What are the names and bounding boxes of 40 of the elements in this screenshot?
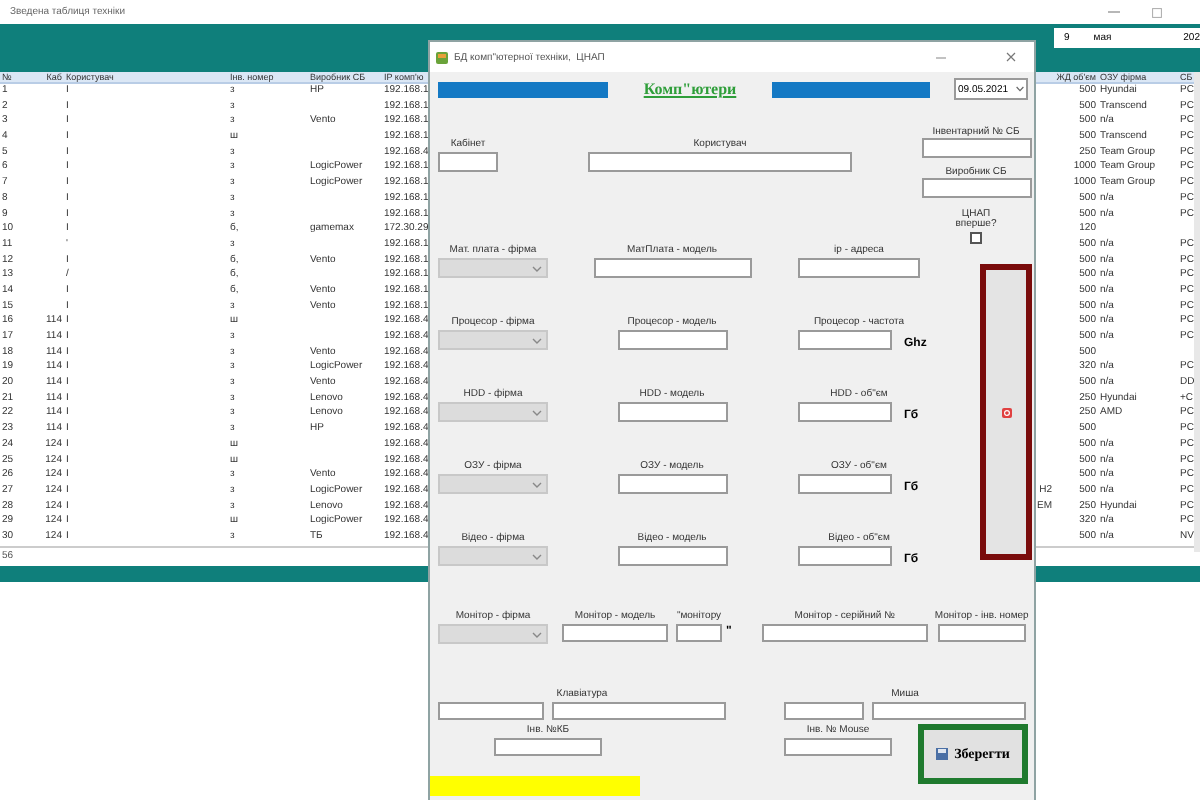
input-field[interactable] <box>617 474 727 494</box>
chevron-icon <box>532 337 542 343</box>
input-field[interactable] <box>552 702 726 720</box>
chevron-icon <box>1016 86 1024 92</box>
maximize-icon[interactable] <box>1152 7 1162 17</box>
chevron-icon <box>532 265 542 271</box>
app-icon <box>436 51 448 63</box>
input-field[interactable] <box>617 546 727 566</box>
chevron-icon <box>532 631 542 637</box>
input-field[interactable] <box>784 738 892 756</box>
error-icon <box>1001 407 1011 417</box>
minimize-icon[interactable] <box>936 55 946 59</box>
chevron-icon <box>532 409 542 415</box>
input-field[interactable] <box>761 624 928 642</box>
input-field[interactable] <box>937 624 1026 642</box>
input-field[interactable] <box>921 138 1031 158</box>
close-icon[interactable] <box>1006 52 1016 62</box>
input-field[interactable] <box>798 402 892 422</box>
minimize-icon[interactable] <box>1108 10 1120 14</box>
input-field[interactable] <box>588 152 852 172</box>
input-field[interactable] <box>798 474 892 494</box>
checkbox[interactable] <box>970 232 982 244</box>
input-field[interactable] <box>798 258 920 278</box>
chevron-icon <box>532 481 542 487</box>
input-field[interactable] <box>494 738 602 756</box>
input-field[interactable] <box>438 152 498 172</box>
floppy-icon <box>936 748 949 760</box>
input-field[interactable] <box>593 258 751 278</box>
input-field[interactable] <box>784 702 864 720</box>
input-field[interactable] <box>617 402 727 422</box>
input-field[interactable] <box>438 702 544 720</box>
input-field[interactable] <box>921 178 1031 198</box>
input-field[interactable] <box>676 624 722 642</box>
input-field[interactable] <box>872 702 1026 720</box>
dialog-heading: Комп"ютери <box>641 83 739 95</box>
input-field[interactable] <box>562 624 668 642</box>
chevron-icon <box>532 553 542 559</box>
input-field[interactable] <box>617 330 727 350</box>
input-field[interactable] <box>798 546 892 566</box>
input-field[interactable] <box>798 330 892 350</box>
